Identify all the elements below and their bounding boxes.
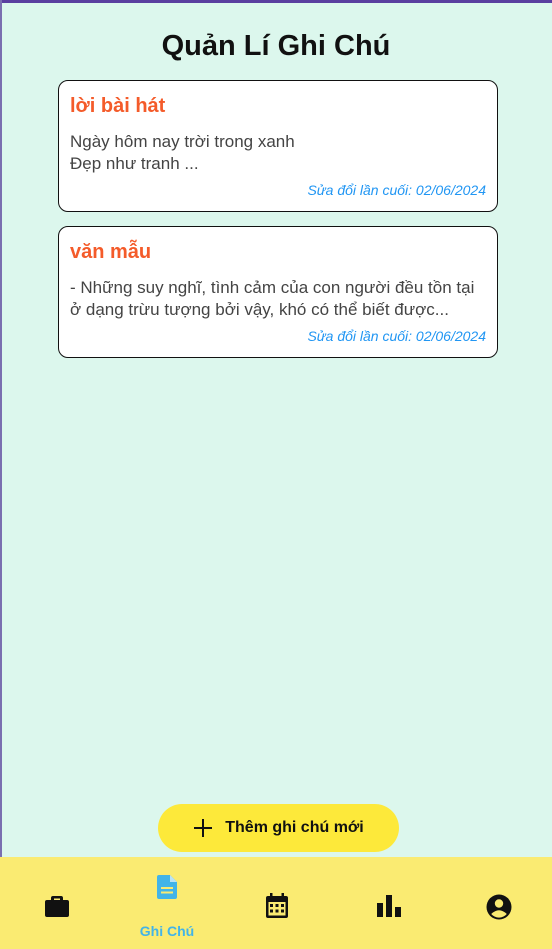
bottom-navigation: Ghi Chú	[0, 857, 552, 949]
plus-icon	[194, 819, 213, 837]
nav-item-calendar[interactable]	[222, 857, 332, 949]
add-note-button[interactable]: Thêm ghi chú mới	[158, 804, 399, 852]
note-modified-date: Sửa đổi lần cuối: 02/06/2024	[307, 182, 486, 198]
add-note-label: Thêm ghi chú mới	[225, 819, 364, 836]
nav-item-notes[interactable]: Ghi Chú	[112, 857, 222, 949]
nav-item-statistics[interactable]	[332, 857, 442, 949]
account-icon	[486, 894, 512, 920]
briefcase-icon	[45, 896, 69, 917]
note-card[interactable]: lời bài hát Ngày hôm nay trời trong xanh…	[58, 80, 498, 212]
note-content: Ngày hôm nay trời trong xanh Đẹp như tra…	[70, 132, 295, 173]
page-title: Quản Lí Ghi Chú	[161, 30, 391, 62]
window-top-border	[0, 0, 552, 3]
note-title: lời bài hát	[70, 95, 166, 117]
window-left-border	[0, 0, 2, 949]
note-content: - Những suy nghĩ, tình cảm của con người…	[70, 278, 475, 319]
note-icon	[157, 875, 177, 899]
note-modified-date: Sửa đổi lần cuối: 02/06/2024	[307, 328, 486, 344]
nav-item-work[interactable]	[2, 857, 112, 949]
note-title: văn mẫu	[70, 241, 152, 263]
note-card[interactable]: văn mẫu - Những suy nghĩ, tình cảm của c…	[58, 226, 498, 358]
nav-item-account[interactable]	[442, 857, 552, 949]
calendar-icon	[266, 893, 288, 918]
bar-chart-icon	[377, 895, 401, 917]
nav-label-notes: Ghi Chú	[139, 923, 195, 939]
